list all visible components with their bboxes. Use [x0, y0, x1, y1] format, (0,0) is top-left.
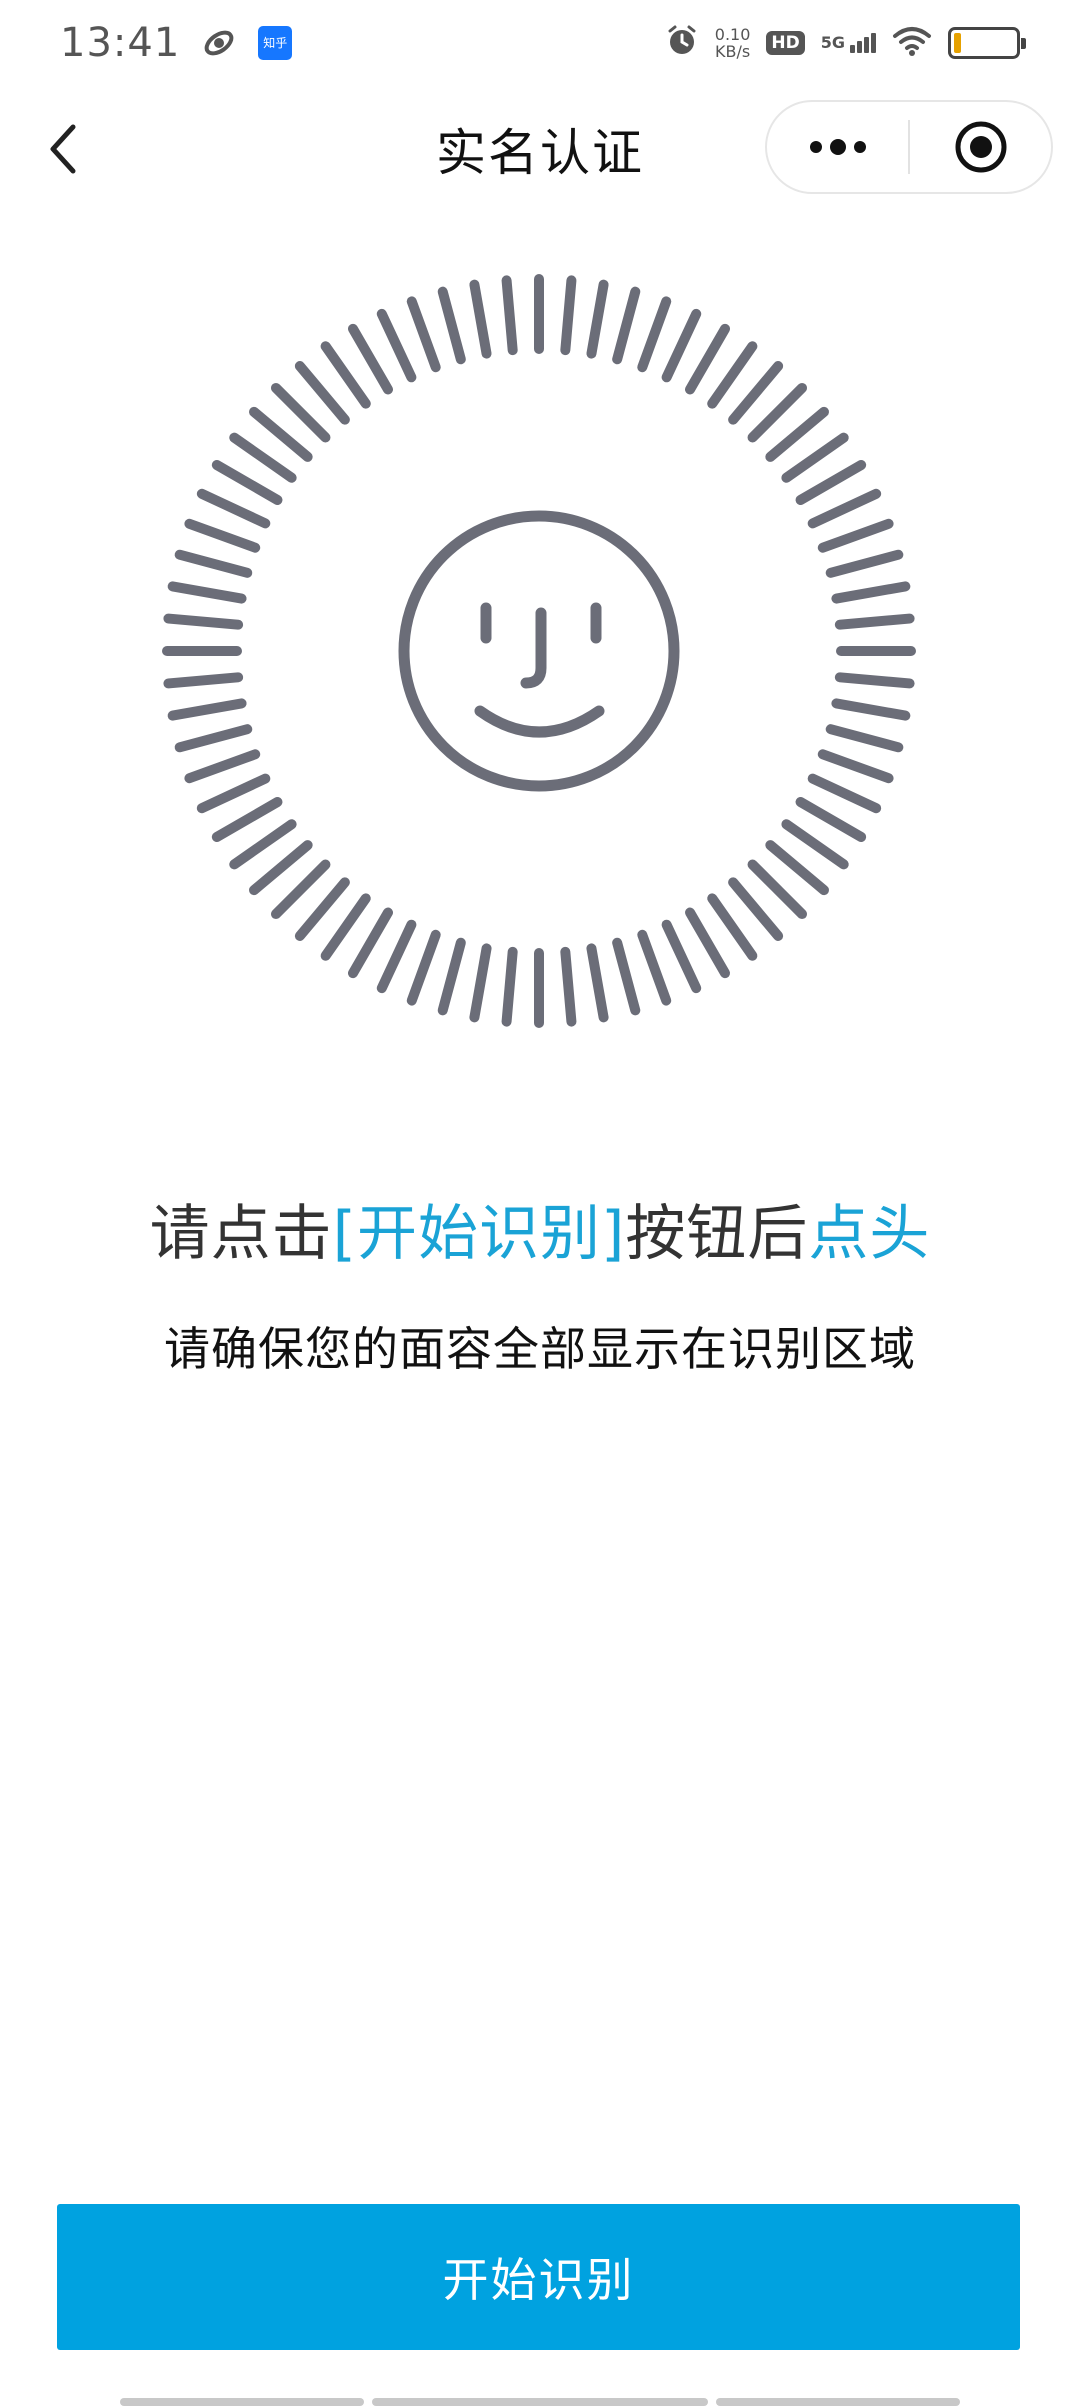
scan-tick	[406, 296, 441, 373]
scan-tick	[174, 724, 253, 753]
instruction-middle: 按钮后	[625, 1199, 809, 1269]
status-time: 13:41	[60, 20, 181, 66]
scan-tick	[685, 907, 730, 979]
network-type: 5G	[820, 33, 845, 52]
scan-tick	[795, 460, 867, 505]
scan-tick	[320, 341, 371, 409]
scan-tick	[661, 308, 702, 383]
nav-bar: 实名认证	[0, 96, 1080, 202]
scan-tick	[586, 943, 609, 1023]
scan-tick	[320, 893, 371, 961]
instruction-text: 请点击[开始识别]按钮后点头	[0, 1185, 1080, 1272]
scan-tick	[637, 296, 672, 373]
battery-icon	[948, 27, 1026, 59]
scan-tick	[163, 672, 244, 689]
instruction-action: [开始识别]	[332, 1199, 626, 1269]
mini-program-capsule	[765, 100, 1053, 194]
close-mini-program-button[interactable]	[910, 102, 1051, 192]
scan-tick	[501, 275, 518, 356]
scan-tick	[184, 749, 261, 784]
scan-tick	[560, 946, 577, 1027]
scan-tick	[163, 613, 244, 630]
scan-tick	[348, 907, 393, 979]
face-scan-area	[156, 268, 922, 1034]
scan-tick	[825, 724, 904, 753]
status-bar: 13:41 知乎 0.10 KB/s HD 5G	[0, 0, 1080, 86]
scan-tick	[348, 323, 393, 395]
sub-instruction-text: 请确保您的面容全部显示在识别区域	[164, 1322, 916, 1376]
hd-badge: HD	[766, 31, 805, 55]
instruction-prefix: 请点击	[149, 1199, 333, 1269]
scan-tick	[174, 549, 253, 578]
scan-tick	[211, 460, 283, 505]
scan-tick	[807, 773, 882, 814]
face-verification-screen: 13:41 知乎 0.10 KB/s HD 5G 实名认证 请点击[开始识别]按…	[0, 0, 1080, 2408]
instruction-gesture: 点头	[808, 1199, 931, 1269]
scan-tick	[229, 432, 297, 483]
scan-tick	[167, 581, 247, 604]
alarm-icon	[665, 24, 699, 62]
scan-tick	[781, 819, 849, 870]
target-close-icon	[955, 121, 1006, 173]
scan-tick	[586, 279, 609, 359]
scan-tick	[229, 819, 297, 870]
gesture-bar-right	[716, 2398, 960, 2406]
scan-tick	[167, 698, 247, 721]
scan-tick	[707, 341, 758, 409]
network-speed: 0.10 KB/s	[715, 26, 751, 60]
cellular-signal-icon: 5G	[821, 33, 876, 53]
scan-tick	[406, 929, 441, 1006]
scan-tick	[376, 308, 417, 383]
scan-tick	[560, 275, 577, 356]
scan-tick	[795, 797, 867, 842]
scan-ring	[162, 274, 916, 1028]
scan-tick	[184, 518, 261, 553]
chevron-left-icon	[50, 124, 76, 174]
scan-tick	[196, 488, 271, 529]
gesture-bar-left	[120, 2398, 364, 2406]
scan-tick	[817, 518, 894, 553]
scan-tick	[817, 749, 894, 784]
scan-tick	[196, 773, 271, 814]
scan-tick	[831, 581, 911, 604]
scan-tick	[437, 937, 466, 1016]
speed-value: 0.10	[714, 25, 751, 44]
scan-tick	[661, 919, 702, 994]
scan-tick	[781, 432, 849, 483]
scan-tick	[612, 937, 641, 1016]
scan-tick	[211, 797, 283, 842]
scan-tick	[831, 698, 911, 721]
scan-tick	[685, 323, 730, 395]
wifi-icon	[892, 25, 932, 61]
scan-tick	[376, 919, 417, 994]
status-right: 0.10 KB/s HD 5G	[665, 24, 1026, 62]
scan-tick	[437, 286, 466, 365]
gesture-navigation-bar	[120, 2398, 960, 2406]
scan-tick	[834, 672, 915, 689]
speed-unit: KB/s	[714, 42, 751, 61]
scan-tick	[834, 613, 915, 630]
scan-tick	[469, 279, 492, 359]
start-recognition-button[interactable]: 开始识别	[57, 2204, 1020, 2350]
gesture-bar-center	[372, 2398, 708, 2406]
more-dots-icon	[809, 139, 866, 155]
more-button[interactable]	[767, 102, 908, 192]
scan-tick	[807, 488, 882, 529]
sync-app-icon	[202, 26, 236, 60]
scan-tick	[637, 929, 672, 1006]
scan-tick	[707, 893, 758, 961]
back-button[interactable]	[30, 116, 96, 182]
scan-tick	[501, 946, 518, 1027]
zhihu-app-icon: 知乎	[258, 26, 293, 60]
scan-tick	[469, 943, 492, 1023]
battery-level	[954, 33, 962, 53]
status-left: 13:41 知乎	[60, 20, 293, 66]
scan-tick	[612, 286, 641, 365]
smiley-face-icon	[398, 510, 680, 792]
scan-tick	[825, 549, 904, 578]
